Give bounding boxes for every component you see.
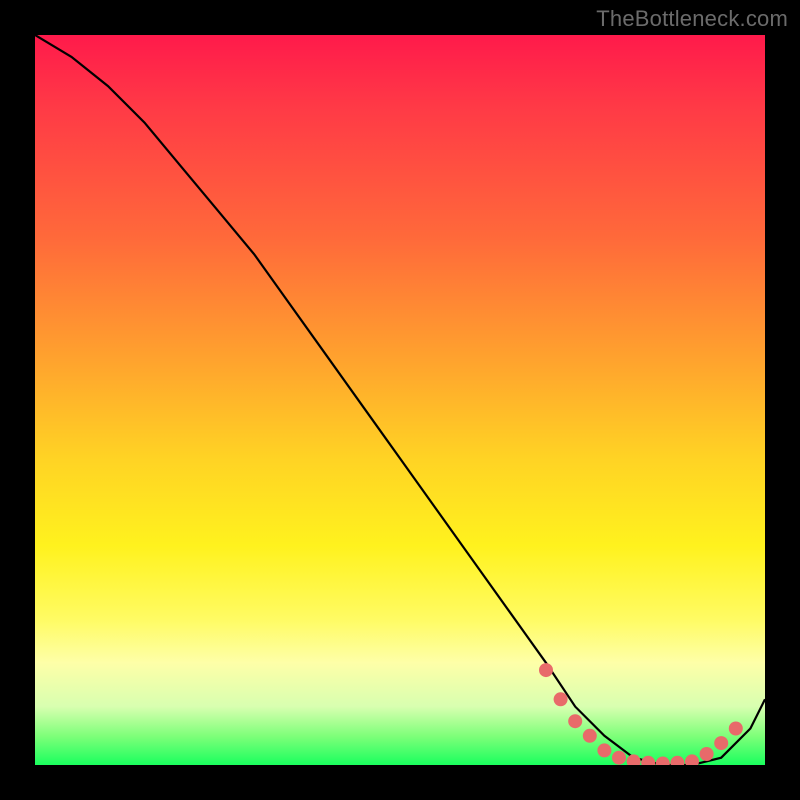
- data-marker: [583, 729, 597, 743]
- data-marker: [641, 756, 655, 765]
- bottleneck-curve: [35, 35, 765, 765]
- chart-frame: TheBottleneck.com: [0, 0, 800, 800]
- data-marker: [627, 754, 641, 765]
- plot-area: [35, 35, 765, 765]
- chart-svg: [35, 35, 765, 765]
- data-marker: [656, 757, 670, 766]
- data-marker: [729, 722, 743, 736]
- data-marker: [597, 743, 611, 757]
- data-marker: [714, 736, 728, 750]
- data-marker: [554, 692, 568, 706]
- data-marker: [700, 747, 714, 761]
- data-marker: [539, 663, 553, 677]
- marker-group: [539, 663, 743, 765]
- data-marker: [612, 751, 626, 765]
- data-marker: [568, 714, 582, 728]
- watermark-text: TheBottleneck.com: [596, 6, 788, 32]
- data-marker: [685, 754, 699, 765]
- data-marker: [670, 756, 684, 765]
